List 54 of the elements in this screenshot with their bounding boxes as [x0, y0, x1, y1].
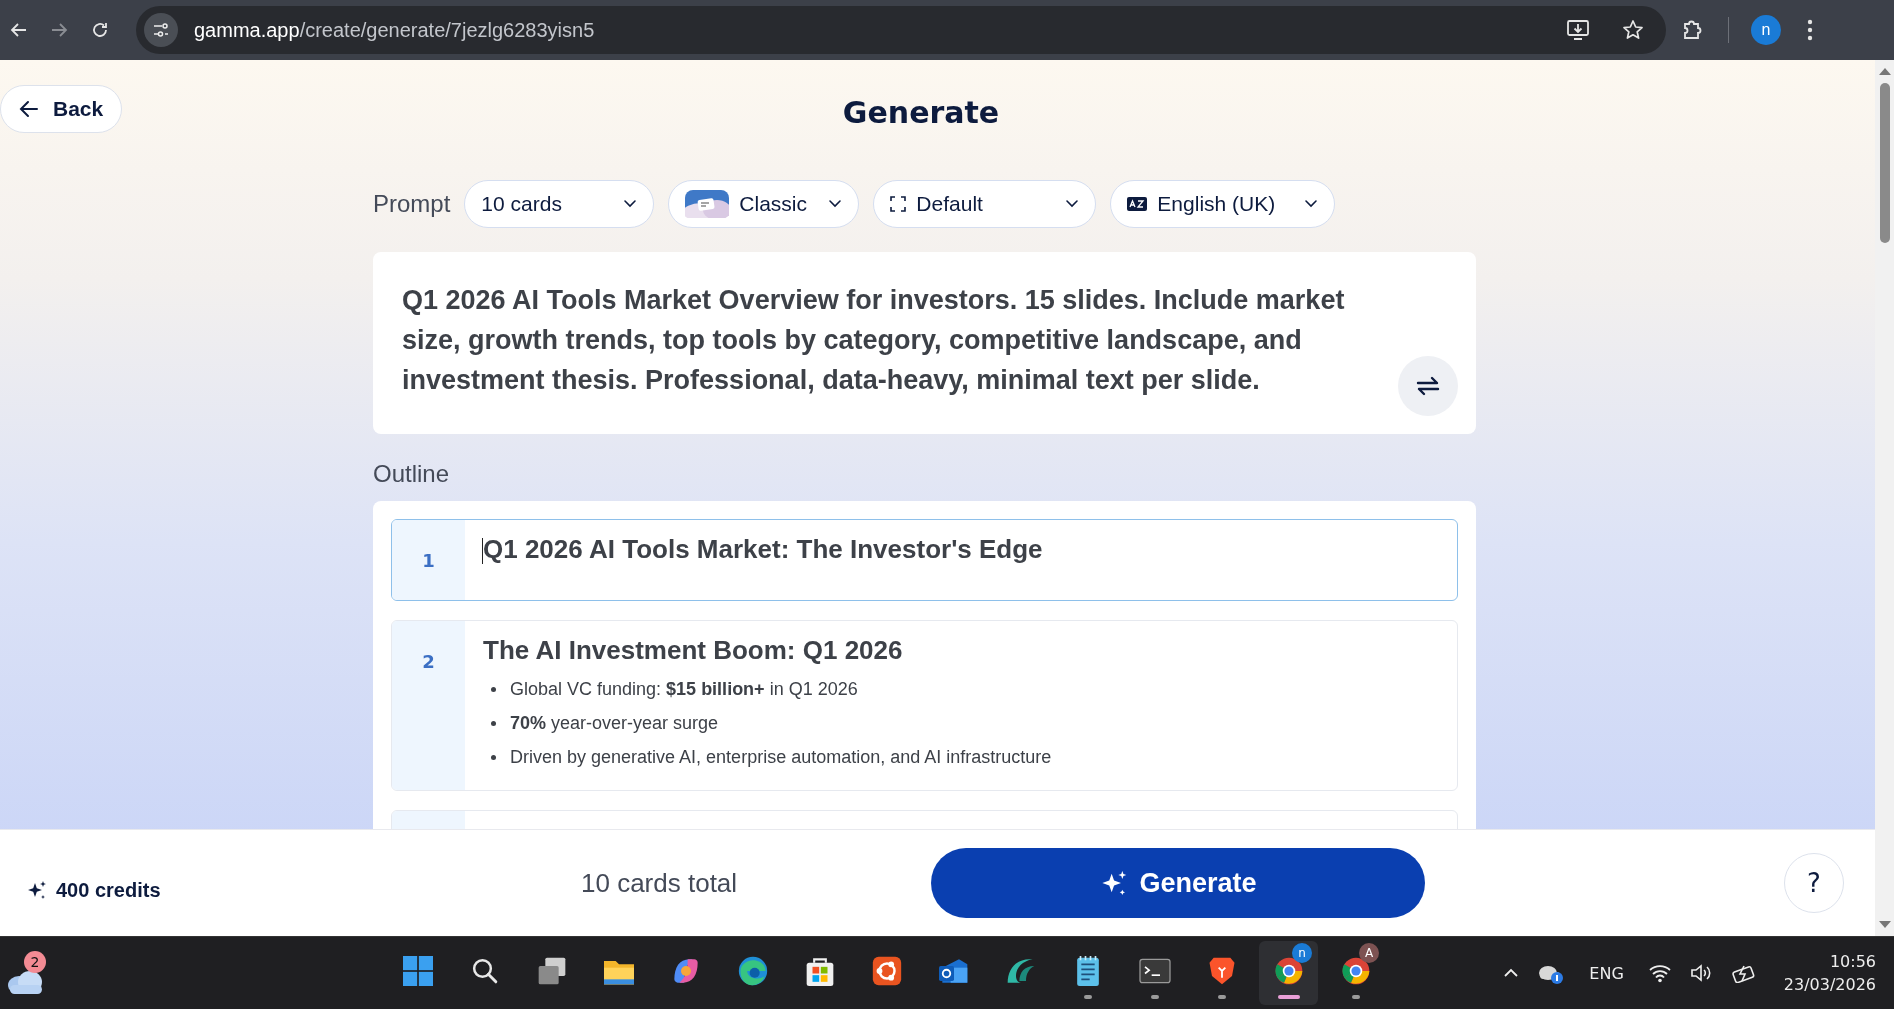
clock-date: 23/03/2026: [1783, 975, 1876, 994]
outline-card[interactable]: 2 The AI Investment Boom: Q1 2026 Global VC funding: $15 billion+ in Q1 2026 70% year-over-year surge Driven by generative AI, enterprise automation, and AI infrastructure: [391, 620, 1458, 791]
credits-count: 400 credits: [56, 878, 161, 902]
sparkle-icon: [26, 881, 46, 899]
prompt-input[interactable]: [373, 252, 1476, 434]
prompt-label: Prompt: [373, 190, 451, 218]
bullet-icon: [491, 754, 496, 760]
bullet-text: Driven by generative AI, enterprise automation, and AI infrastructure: [510, 746, 1052, 768]
taskbar-button[interactable]: n: [1259, 941, 1318, 1005]
help-button[interactable]: ?: [1784, 853, 1844, 913]
back-arrow-icon: [19, 100, 39, 118]
install-app-icon[interactable]: [1566, 19, 1590, 41]
back-arrow-icon[interactable]: [10, 21, 28, 39]
profile-avatar[interactable]: n: [1751, 15, 1781, 45]
profile-badge: n: [1292, 943, 1312, 963]
notification-badge: 2: [24, 951, 46, 973]
card-title[interactable]: Q1 2026 AI Tools Market: The Investor's Edge: [483, 534, 1043, 565]
card-number: 2: [422, 651, 435, 673]
translate-icon: [1127, 197, 1148, 211]
reload-icon[interactable]: [90, 20, 110, 40]
forward-arrow-icon[interactable]: [50, 21, 68, 39]
section-label: Outline: [373, 460, 451, 488]
dropdown[interactable]: Default: [873, 180, 1097, 228]
card-number: 1: [422, 550, 435, 572]
clock[interactable]: 10:56 23/03/2026: [1783, 952, 1876, 994]
profile-badge: A: [1359, 943, 1379, 963]
taskbar-button[interactable]: A: [1326, 941, 1385, 1005]
clock-time: 10:56: [1829, 952, 1876, 971]
theme-thumbnail-icon: [685, 190, 730, 218]
back-button[interactable]: Back: [0, 85, 123, 133]
wifi-icon[interactable]: [1647, 963, 1672, 983]
generate-button[interactable]: Generate: [931, 848, 1425, 918]
bullet-icon: [491, 686, 496, 692]
language-indicator[interactable]: ENG: [1589, 963, 1624, 983]
bullet-text: 70% year-over-year surge: [510, 712, 719, 734]
url-text: gamma.app/create/generate/7jezlg6283yisn5: [194, 18, 595, 42]
dropdown[interactable]: Classic: [668, 180, 860, 228]
card-title[interactable]: The AI Investment Boom: Q1 2026: [483, 635, 903, 666]
site-settings-icon[interactable]: [144, 13, 178, 47]
page-title: Generate: [842, 93, 1000, 130]
frame-corners-icon: [890, 196, 907, 212]
cards-total: 10 cards total: [581, 867, 739, 899]
outline-card[interactable]: 1 Q1 2026 AI Tools Market: The Investor's Edge: [391, 519, 1458, 601]
chevron-up-icon[interactable]: [1503, 968, 1520, 978]
bullet-icon: [491, 720, 496, 726]
scrollbar[interactable]: [1875, 60, 1894, 936]
bookmark-star-icon[interactable]: [1622, 19, 1644, 41]
bullet-text: Global VC funding: $15 billion+ in Q1 2026: [510, 678, 858, 700]
menu-icon[interactable]: [1807, 19, 1813, 41]
address-bar[interactable]: gamma.app/create/generate/7jezlg6283yisn5: [136, 6, 1666, 54]
prompt-text: Q1 2026 AI Tools Market Overview for investors. 15 slides. Include market size, growth trends, top tools by category, competitive landscape, and investment thesis. Professional, data-heavy, minimal text per slide.: [402, 284, 1346, 397]
dropdown[interactable]: English (UK): [1110, 180, 1336, 228]
swap-arrows-icon[interactable]: [1398, 356, 1458, 416]
dropdown[interactable]: 10 cards: [464, 180, 655, 228]
